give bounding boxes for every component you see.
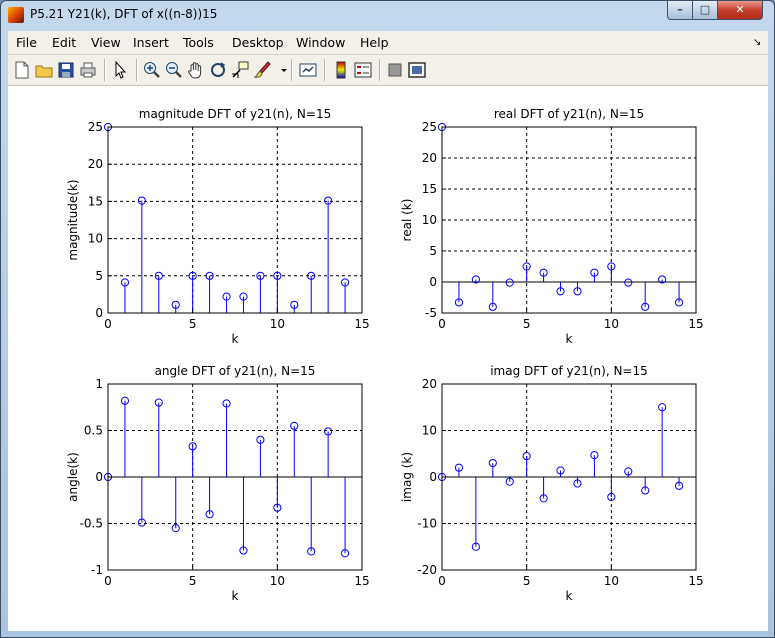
dock-figure-icon[interactable]: ↘ [753,37,761,48]
menu-desktop[interactable]: Desktop [232,35,284,50]
menu-insert[interactable]: Insert [133,35,169,50]
y-tick-label: 15 [88,194,103,208]
minimize-button[interactable]: – [667,1,693,20]
y-tick-label: -0.5 [80,517,103,531]
y-tick-label: 25 [88,120,103,134]
x-axis-label: k [566,332,573,346]
zoom-out-icon[interactable] [164,60,184,80]
menu-tools[interactable]: Tools [183,35,214,50]
y-tick-label: 25 [422,120,437,134]
brush-dropdown-icon[interactable] [274,60,287,80]
menu-edit[interactable]: Edit [52,35,76,50]
y-tick-label: 10 [422,424,437,438]
x-tick-label: 5 [189,574,197,588]
menu-file[interactable]: File [16,35,37,50]
y-tick-label: 0 [95,306,103,320]
figure-canvas: 0 5 10 15 0 5 10 15 20 25 magnitude DFT of y21(n),… [8,86,768,631]
x-tick-label: 10 [270,317,285,331]
rotate-3d-icon[interactable] [208,60,228,80]
menu-help[interactable]: Help [360,35,389,50]
y-tick-label: 1 [95,377,103,391]
x-tick-label: 15 [354,317,369,331]
y-tick-label: 5 [95,269,103,283]
x-tick-label: 15 [354,574,369,588]
axes-3[interactable]: 0 5 10 15 -1 -0.5 0 0.5 1 angle DFT of y21(n), N=… [66,364,370,603]
axes-4[interactable]: 0 5 10 15 -20 -10 0 10 20 imag DFT of y21(n), N=1… [400,364,704,603]
x-tick-label: 10 [270,574,285,588]
y-tick-label: -20 [417,563,437,577]
window-title: P5.21 Y21(k), DFT of x((n-8))15 [30,7,218,21]
x-tick-label: 15 [688,574,703,588]
hide-plot-tools-icon[interactable] [385,60,405,80]
legend-icon[interactable] [353,60,373,80]
y-tick-label: 15 [422,182,437,196]
edit-plot-arrow-icon[interactable] [110,60,130,80]
x-tick-label: 0 [104,574,112,588]
y-tick-label: 0 [429,470,437,484]
y-tick-label: 20 [422,151,437,165]
y-tick-label: -10 [417,517,437,531]
brush-icon[interactable] [252,60,272,80]
axes-2[interactable]: 0 5 10 15-50510152025real DFT of y21(n), N=… [400,107,704,346]
x-tick-label: 10 [604,317,619,331]
y-tick-label: 10 [422,213,437,227]
x-tick-label: 0 [438,574,446,588]
y-tick-label: 0 [429,275,437,289]
figure-toolbar [8,55,768,86]
x-tick-label: 15 [688,317,703,331]
chart-title: real DFT of y21(n), N=15 [494,107,644,121]
link-plot-icon[interactable] [298,60,318,80]
y-axis-label: imag (k) [400,452,414,502]
axes-frame [107,126,363,314]
x-tick-label: 5 [523,574,531,588]
x-tick-label: 0 [438,317,446,331]
menu-bar: File Edit View Insert Tools Desktop Wind… [8,31,768,55]
y-axis-label: real (k) [400,199,414,242]
zoom-in-icon[interactable] [142,60,162,80]
y-tick-label: -5 [425,306,437,320]
y-tick-label: 20 [88,157,103,171]
y-tick-label: 0.5 [84,424,103,438]
close-button[interactable]: ✕ [717,1,763,20]
chart-title: magnitude DFT of y21(n), N=15 [139,107,331,121]
y-tick-label: 5 [429,244,437,258]
matlab-logo-icon [8,7,24,23]
chart-title: imag DFT of y21(n), N=15 [490,364,648,378]
y-axis-label: angle(k) [66,452,80,502]
chart-title: angle DFT of y21(n), N=15 [155,364,316,378]
pan-hand-icon[interactable] [186,60,206,80]
show-plot-tools-icon[interactable] [407,60,427,80]
new-figure-icon[interactable] [12,60,32,80]
figure-plots: 0 5 10 150510152025magnitude DFT of y21(n),… [66,107,704,603]
y-tick-label: 0 [95,470,103,484]
x-tick-label: 0 [104,317,112,331]
menu-view[interactable]: View [91,35,121,50]
colorbar-icon[interactable] [331,60,351,80]
save-icon[interactable] [56,60,76,80]
open-file-icon[interactable] [34,60,54,80]
y-tick-label: -1 [91,563,103,577]
x-tick-label: 5 [523,317,531,331]
title-bar[interactable]: P5.21 Y21(k), DFT of x((n-8))15 – □ ✕ [1,1,774,29]
x-axis-label: k [232,332,239,346]
y-axis-label: magnitude(k) [66,179,80,260]
figure-window: P5.21 Y21(k), DFT of x((n-8))15 – □ ✕ Fi… [0,0,775,638]
x-axis-label: k [566,589,573,603]
y-tick-label: 10 [88,232,103,246]
print-icon[interactable] [78,60,98,80]
x-tick-label: 10 [604,574,619,588]
x-axis-label: k [232,589,239,603]
x-tick-label: 5 [189,317,197,331]
menu-window[interactable]: Window [296,35,345,50]
y-tick-label: 20 [422,377,437,391]
maximize-button[interactable]: □ [692,1,718,20]
data-cursor-icon[interactable] [230,60,250,80]
axes-1[interactable]: 0 5 10 15 0 5 10 15 20 25 magnitude DFT of y21(n),… [66,107,370,346]
